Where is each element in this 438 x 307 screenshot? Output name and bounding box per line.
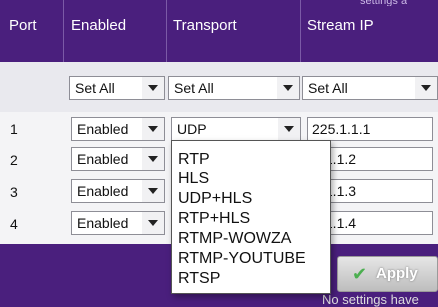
enabled-select[interactable]: Enabled (71, 117, 165, 141)
chevron-down-icon (415, 77, 437, 99)
enabled-select[interactable]: Enabled (71, 147, 165, 171)
column-divider (63, 0, 64, 62)
enabled-value: Enabled (77, 151, 129, 167)
set-all-row: Set All Set All Set All (0, 62, 438, 113)
enabled-set-all-select[interactable]: Set All (69, 76, 165, 100)
port-number: 1 (10, 121, 18, 137)
stream-ip-field[interactable]: .1.1.4 (316, 211, 433, 235)
enabled-select[interactable]: Enabled (71, 179, 165, 203)
dropdown-option[interactable]: HLS (178, 169, 209, 188)
dropdown-option[interactable]: RTMP-WOWZA (178, 229, 291, 248)
column-header-stream-ip: Stream IP (307, 17, 374, 34)
port-number: 2 (10, 152, 18, 168)
enabled-value: Enabled (77, 183, 129, 199)
dropdown-option[interactable]: RTP (178, 150, 210, 169)
chevron-down-icon (277, 77, 299, 99)
apply-button[interactable]: ✔ Apply (337, 256, 438, 292)
enabled-value: Enabled (77, 215, 129, 231)
column-header-transport: Transport (173, 17, 237, 34)
enabled-value: Enabled (77, 121, 129, 137)
transport-select[interactable]: UDP (171, 117, 301, 141)
stream-ip-set-all-select[interactable]: Set All (302, 76, 438, 100)
enabled-select[interactable]: Enabled (71, 211, 165, 235)
table-header: Port Enabled Transport Stream IP setting… (0, 0, 438, 62)
column-header-enabled: Enabled (71, 17, 127, 34)
chevron-down-icon (142, 180, 164, 202)
column-divider (300, 0, 301, 62)
transport-set-all-value: Set All (174, 80, 214, 96)
column-header-port: Port (9, 17, 37, 34)
stream-ip-field[interactable]: 225.1.1.1 (307, 117, 433, 141)
apply-button-label: Apply (376, 265, 418, 282)
transport-value: UDP (177, 121, 207, 137)
chevron-down-icon (278, 118, 300, 140)
status-note: No settings have (322, 292, 419, 307)
header-top-fragment: settings a (360, 0, 408, 6)
chevron-down-icon (142, 77, 164, 99)
chevron-down-icon (142, 212, 164, 234)
enabled-set-all-value: Set All (75, 80, 115, 96)
transport-set-all-select[interactable]: Set All (168, 76, 300, 100)
stream-ip-set-all-value: Set All (308, 80, 348, 96)
checkmark-icon: ✔ (352, 264, 368, 284)
chevron-down-icon (142, 118, 164, 140)
dropdown-option[interactable]: UDP+HLS (178, 189, 252, 208)
dropdown-option[interactable]: RTSP (178, 269, 220, 288)
port-number: 3 (10, 184, 18, 200)
dropdown-option[interactable]: RTP+HLS (178, 209, 250, 228)
stream-ip-field[interactable]: .1.1.2 (316, 147, 433, 171)
transport-dropdown-menu: RTP HLS UDP+HLS RTP+HLS RTMP-WOWZA RTMP-… (171, 140, 331, 294)
stream-ip-field[interactable]: .1.1.3 (316, 179, 433, 203)
dropdown-option[interactable]: RTMP-YOUTUBE (178, 249, 306, 268)
port-number: 4 (10, 216, 18, 232)
column-divider (166, 0, 167, 62)
chevron-down-icon (142, 148, 164, 170)
